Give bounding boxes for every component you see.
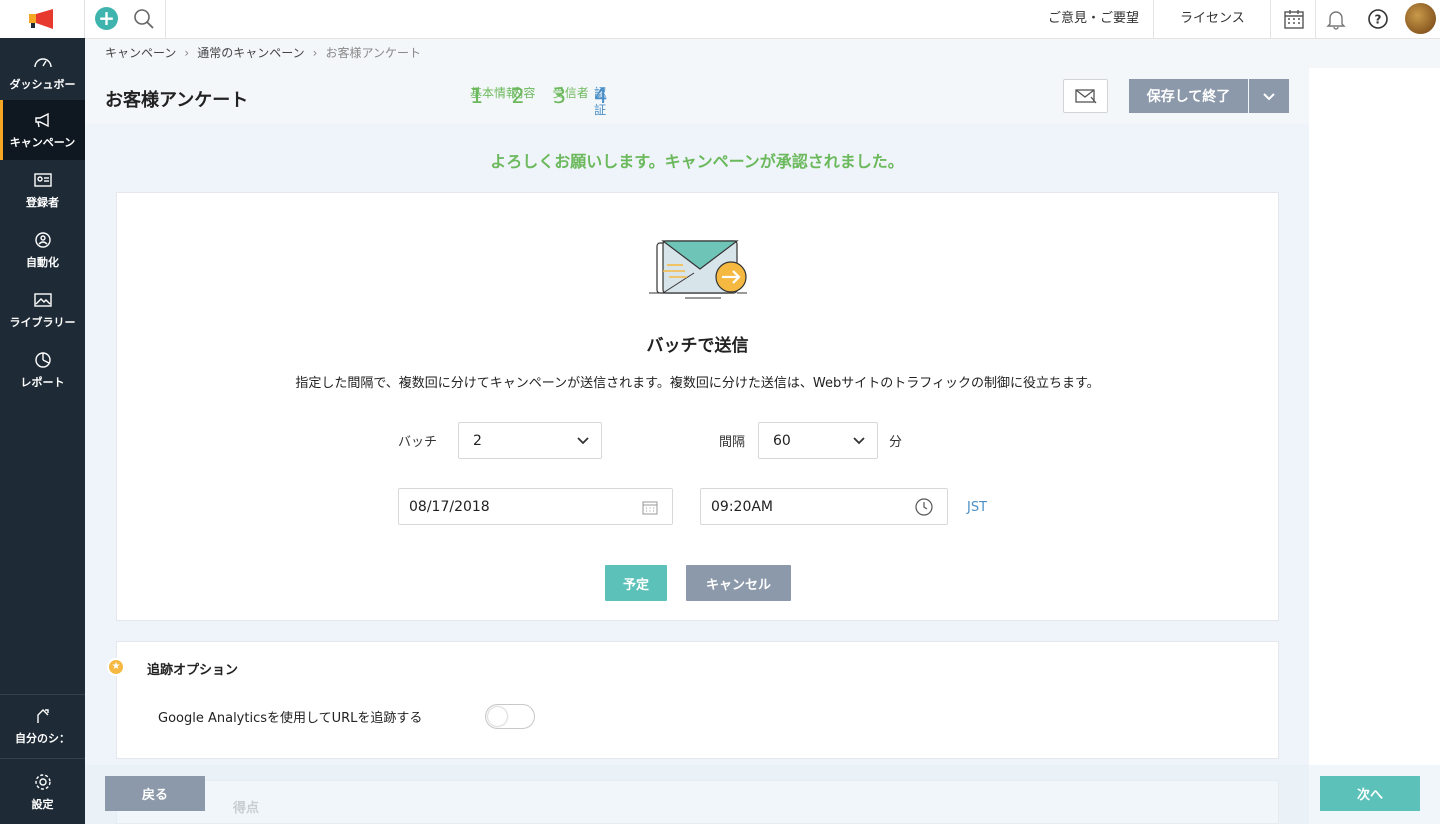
schedule-time-input[interactable]: 09:20AM (700, 488, 948, 525)
megaphone-logo-icon (29, 9, 53, 29)
calendar-icon[interactable] (1282, 7, 1306, 31)
tracking-options-card: 追跡オプション Google Analyticsを使用してURLを追跡する (116, 641, 1279, 759)
next-button[interactable]: 次へ (1320, 776, 1420, 811)
batch-envelope-icon (649, 240, 747, 299)
schedule-date-value: 08/17/2018 (409, 498, 490, 515)
breadcrumb-item-regular-campaign[interactable]: 通常のキャンペーン (197, 44, 304, 61)
cancel-button[interactable]: キャンセル (686, 565, 791, 601)
image-icon (33, 292, 52, 307)
chevron-down-icon (853, 436, 865, 444)
gear-icon (34, 773, 51, 790)
schedule-time-value: 09:20AM (711, 498, 774, 515)
batch-send-description: 指定した間隔で、複数回に分けてキャンペーンが送信されます。複数回に分けた送信は、… (295, 376, 1100, 391)
sidebar-item-label: レポート (20, 375, 65, 389)
step-recipients[interactable]: 3 受信者 (553, 84, 589, 108)
bell-icon[interactable] (1324, 7, 1348, 31)
google-analytics-label: Google Analyticsを使用してURLを追跡する (158, 711, 423, 726)
sidebar-divider (0, 758, 85, 759)
chevron-right-icon: › (312, 45, 318, 60)
topbar-divider (165, 0, 166, 39)
schedule-date-input[interactable]: 08/17/2018 (398, 488, 673, 525)
topbar-divider (1315, 0, 1316, 39)
avatar[interactable] (1405, 3, 1436, 34)
batch-count-value: 2 (473, 432, 482, 449)
tracking-options-title: 追跡オプション (147, 663, 239, 678)
top-bar: + ご意見・ご要望 ライセンス ? (85, 0, 1440, 39)
svg-text:?: ? (1375, 13, 1382, 27)
sidebar-item-label: 自分のシ： (15, 731, 70, 745)
sidebar-item-contacts[interactable]: 登録者 (0, 160, 85, 220)
footer-bar (85, 765, 1440, 824)
approval-success-message: よろしくお願いします。キャンペーンが承認されました。 (490, 152, 904, 171)
back-button[interactable]: 戻る (105, 776, 205, 811)
sidebar-item-dashboard[interactable]: ダッシュボー (0, 42, 85, 102)
toggle-knob (488, 707, 507, 726)
page-title: お客様アンケート (105, 90, 249, 111)
google-analytics-toggle[interactable] (485, 704, 535, 729)
app-logo[interactable] (0, 0, 85, 38)
interval-value: 60 (773, 432, 791, 449)
sidebar-item-label: 自動化 (26, 255, 59, 269)
create-new-button[interactable]: + (95, 7, 118, 30)
step-content[interactable]: 2 内容 (511, 84, 535, 108)
dashboard-icon (33, 57, 52, 67)
sidebar-item-automation[interactable]: 自動化 (0, 220, 85, 280)
sidebar-item-campaigns[interactable]: キャンペーン (0, 100, 85, 160)
batch-count-select[interactable]: 2 (458, 422, 602, 459)
sidebar-item-label: ダッシュボー (9, 77, 76, 91)
bookmark-arrow-icon (36, 708, 49, 723)
schedule-button[interactable]: 予定 (605, 565, 667, 601)
sidebar-item-label: 設定 (31, 797, 54, 811)
sidebar-item-settings[interactable]: 設定 (0, 760, 85, 824)
timezone-link[interactable]: JST (967, 500, 987, 515)
save-and-exit-button[interactable]: 保存して終了 (1129, 79, 1248, 113)
interval-label: 間隔 (719, 435, 746, 450)
envelope-preview-icon (1074, 89, 1096, 104)
help-icon[interactable]: ? (1366, 7, 1390, 31)
megaphone-icon (34, 112, 49, 127)
interval-unit: 分 (889, 435, 903, 450)
sidebar-item-label: ライブラリー (9, 315, 76, 329)
interval-select[interactable]: 60 (758, 422, 878, 459)
step-basic-info[interactable]: 1 基本情報 (470, 84, 518, 108)
sidebar-item-my-shortcuts[interactable]: 自分のシ： (0, 695, 85, 757)
automation-icon (34, 231, 51, 248)
star-icon: ★ (107, 658, 125, 676)
topbar-divider (1270, 0, 1271, 39)
chevron-down-icon (577, 436, 589, 444)
breadcrumb-item-current: お客様アンケート (325, 46, 421, 60)
step-review[interactable]: 4 認証 (594, 84, 607, 117)
batch-label: バッチ (398, 435, 438, 450)
save-options-dropdown[interactable] (1249, 79, 1289, 113)
feedback-link[interactable]: ご意見・ご要望 (1048, 0, 1139, 39)
calendar-icon[interactable] (642, 499, 658, 515)
sidebar-item-library[interactable]: ライブラリー (0, 280, 85, 340)
batch-send-card: バッチで送信 指定した間隔で、複数回に分けてキャンペーンが送信されます。複数回に… (116, 192, 1279, 621)
preview-email-button[interactable] (1063, 79, 1108, 113)
sidebar-item-reports[interactable]: レポート (0, 340, 85, 400)
breadcrumb: キャンペーン › 通常のキャンペーン › お客様アンケート (105, 44, 421, 61)
sidebar-item-label: キャンペーン (9, 135, 76, 149)
pie-chart-icon (34, 351, 51, 368)
topbar-divider (1153, 0, 1154, 39)
chevron-right-icon: › (184, 45, 190, 60)
search-icon[interactable] (132, 7, 156, 31)
clock-icon[interactable] (915, 497, 933, 516)
sidebar: ダッシュボー キャンペーン 登録者 自動化 ライブラリー レポート 自分のシ： … (0, 0, 85, 824)
breadcrumb-item-campaigns[interactable]: キャンペーン (105, 44, 176, 61)
chevron-down-icon (1263, 92, 1275, 100)
contact-card-icon (33, 172, 52, 187)
license-link[interactable]: ライセンス (1180, 0, 1245, 39)
sidebar-item-label: 登録者 (26, 195, 59, 209)
step-indicator: 1 基本情報 2 内容 3 受信者 4 認証 (470, 84, 608, 117)
right-panel (1309, 68, 1440, 824)
batch-send-title: バッチで送信 (646, 336, 749, 356)
